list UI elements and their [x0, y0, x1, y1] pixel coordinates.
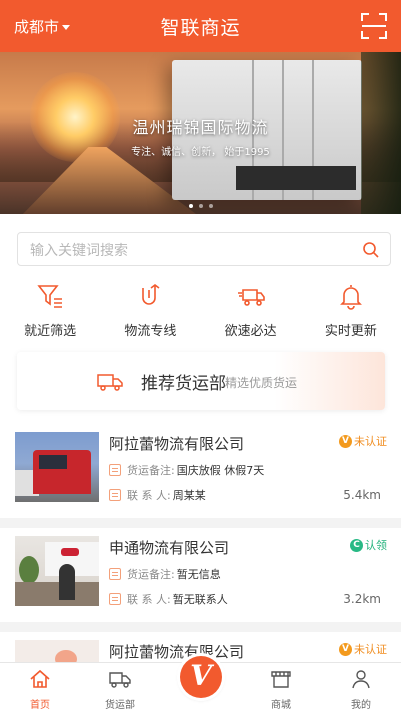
tab-freight[interactable]: 货运部 — [80, 663, 160, 710]
company-name: 阿拉蕾物流有限公司 — [109, 435, 245, 453]
carousel-dots — [0, 204, 401, 208]
scan-icon[interactable] — [361, 13, 387, 39]
banner-title: 温州瑞锦国际物流 — [132, 118, 269, 137]
company-card[interactable]: 申通物流有限公司 C 认领 货运备注: 暂无信息 联 系 人: 暂无联系人 3.… — [0, 528, 401, 622]
tab-home[interactable]: 首页 — [0, 663, 80, 710]
claim-icon: C — [350, 538, 363, 552]
remark-label: 货运备注: — [127, 568, 175, 581]
truck-icon — [109, 672, 131, 688]
carousel-dot[interactable] — [198, 204, 203, 208]
contact-row: 联 系 人: 周某某 — [109, 487, 206, 503]
tab-label: 货运部 — [105, 700, 135, 710]
unverified-icon: V — [339, 434, 352, 448]
center-action-button[interactable]: V — [180, 656, 222, 698]
note-icon — [109, 464, 121, 476]
bell-icon — [339, 285, 362, 310]
top-bar: 成都市 智联商运 — [0, 0, 401, 52]
search-placeholder: 输入关键词搜索 — [30, 243, 128, 259]
tab-label: 我的 — [351, 700, 371, 710]
tab-label: 首页 — [30, 700, 50, 710]
contact-value: 暂无联系人 — [172, 593, 228, 606]
store-icon — [271, 671, 291, 688]
company-thumbnail — [15, 640, 99, 662]
recommend-subtitle: 精选优质货运 — [225, 376, 298, 390]
contact-icon — [109, 593, 121, 605]
remark-label: 货运备注: — [127, 464, 175, 477]
company-name: 阿拉蕾物流有限公司 — [109, 643, 245, 661]
company-thumbnail — [15, 432, 99, 502]
contact-label: 联 系 人: — [127, 593, 171, 606]
search-icon[interactable] — [362, 241, 380, 259]
quick-link-label: 就近筛选 — [24, 324, 77, 339]
quick-link-express[interactable]: 欲速必达 — [201, 282, 301, 339]
recommend-section-header[interactable]: 推荐货运部 精选优质货运 — [17, 352, 385, 410]
recommend-title: 推荐货运部 — [141, 374, 226, 394]
quick-links: 就近筛选 物流专线 欲速必达 实时更新 — [0, 282, 401, 339]
tab-mall[interactable]: 商城 — [241, 663, 321, 710]
banner-subtitle: 专注、诚信、创新， 始于1995 — [131, 147, 270, 158]
contact-row: 联 系 人: 暂无联系人 — [109, 591, 228, 607]
quick-link-nearby[interactable]: 就近筛选 — [0, 282, 100, 339]
contact-icon — [109, 489, 121, 501]
fast-delivery-icon — [237, 289, 265, 306]
status-badge-label: 未认证 — [354, 435, 387, 448]
page-title: 智联商运 — [160, 17, 241, 39]
filter-icon — [37, 285, 63, 308]
quick-link-realtime[interactable]: 实时更新 — [301, 282, 401, 339]
status-badge: V 未认证 — [339, 641, 387, 657]
promo-banner[interactable]: 温州瑞锦国际物流 专注、诚信、创新， 始于1995 — [0, 52, 401, 214]
tab-mine[interactable]: 我的 — [321, 663, 401, 710]
carousel-dot[interactable] — [208, 204, 213, 208]
contact-label: 联 系 人: — [127, 489, 171, 502]
company-card[interactable]: 阿拉蕾物流有限公司 V 未认证 货运备注: 国庆放假 休假7天 联 系 人: 周… — [0, 424, 401, 518]
status-badge-label: 未认证 — [354, 643, 387, 656]
quick-link-routes[interactable]: 物流专线 — [100, 282, 200, 339]
remark-row: 货运备注: 国庆放假 休假7天 — [109, 462, 264, 478]
search-input[interactable]: 输入关键词搜索 — [17, 232, 391, 266]
quick-link-label: 欲速必达 — [224, 324, 277, 339]
company-thumbnail — [15, 536, 99, 606]
truck-icon — [97, 374, 123, 391]
distance: 5.4km — [343, 488, 381, 502]
tab-label: 商城 — [271, 700, 291, 710]
status-badge: V 未认证 — [339, 433, 387, 449]
unverified-icon: V — [339, 642, 352, 656]
company-name: 申通物流有限公司 — [109, 539, 230, 557]
distance: 3.2km — [343, 592, 381, 606]
contact-value: 周某某 — [172, 489, 206, 502]
user-icon — [352, 670, 370, 689]
home-icon — [30, 669, 50, 688]
note-icon — [109, 568, 121, 580]
status-badge[interactable]: C 认领 — [350, 537, 387, 553]
remark-value: 国庆放假 休假7天 — [176, 464, 265, 477]
route-icon — [142, 284, 160, 305]
remark-row: 货运备注: 暂无信息 — [109, 566, 221, 582]
quick-link-label: 实时更新 — [324, 324, 377, 339]
remark-value: 暂无信息 — [176, 568, 221, 581]
status-badge-label: 认领 — [365, 539, 387, 552]
carousel-dot[interactable] — [188, 204, 193, 208]
quick-link-label: 物流专线 — [124, 324, 177, 339]
